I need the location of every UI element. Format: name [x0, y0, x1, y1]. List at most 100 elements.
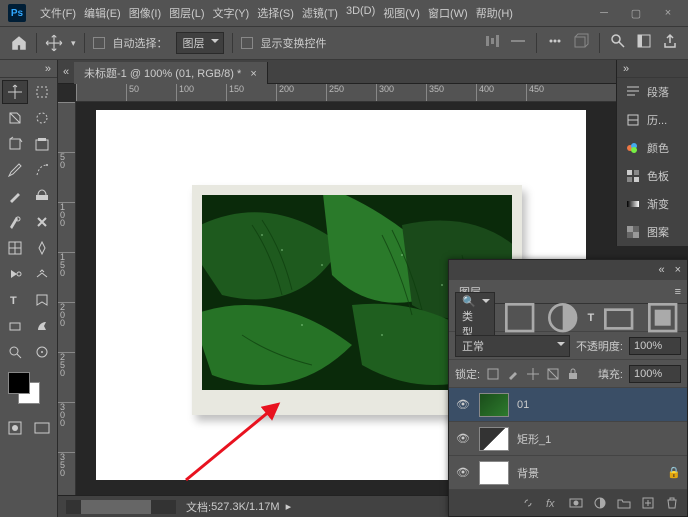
hand-tool[interactable]	[30, 314, 56, 338]
layer-背景[interactable]: 👁 背景 🔒	[449, 456, 687, 490]
menu-视图V[interactable]: 视图(V)	[381, 3, 422, 23]
align-icon[interactable]	[484, 33, 500, 49]
panel-渐变[interactable]: 渐变	[617, 190, 688, 218]
rotate-tool[interactable]	[30, 340, 56, 364]
gradient-tool[interactable]	[2, 236, 28, 260]
panel-段落[interactable]: 段落	[617, 78, 688, 106]
brush-tool[interactable]	[2, 184, 28, 208]
blur-tool[interactable]	[30, 236, 56, 260]
filter-shape-icon[interactable]	[600, 299, 637, 336]
lock-artboard-icon[interactable]	[546, 367, 560, 381]
lock-pos-icon[interactable]	[526, 367, 540, 381]
layer-thumb	[479, 393, 509, 417]
panel-collapse-icon[interactable]: «	[658, 264, 664, 276]
show-transform-checkbox[interactable]	[241, 37, 253, 49]
visibility-icon[interactable]: 👁	[455, 398, 471, 411]
auto-select-checkbox[interactable]	[93, 37, 105, 49]
visibility-icon[interactable]: 👁	[455, 466, 471, 479]
layer-01[interactable]: 👁01	[449, 388, 687, 422]
visibility-icon[interactable]: 👁	[455, 432, 471, 445]
mask-icon[interactable]	[569, 496, 583, 510]
zoom-tool[interactable]	[2, 340, 28, 364]
layer-name: 背景	[517, 465, 539, 481]
document-tab[interactable]: 未标题-1 @ 100% (01, RGB/8) * ×	[74, 62, 268, 84]
screenmode-icon[interactable]	[30, 416, 56, 440]
move-tool[interactable]	[2, 80, 28, 104]
panel-图案[interactable]: 图案	[617, 218, 688, 246]
panel-颜色[interactable]: 颜色	[617, 134, 688, 162]
trash-icon[interactable]	[665, 496, 679, 510]
fill-input[interactable]	[629, 365, 681, 383]
menu-滤镜T[interactable]: 滤镜(T)	[300, 3, 340, 23]
marquee-tool[interactable]	[30, 80, 56, 104]
menu-帮助H[interactable]: 帮助(H)	[474, 3, 515, 23]
clone-tool[interactable]	[30, 184, 56, 208]
restore-button[interactable]: ▢	[624, 7, 648, 20]
lock-icon: 🔒	[667, 466, 681, 479]
minimize-button[interactable]: ─	[592, 7, 616, 20]
group-icon[interactable]	[617, 496, 631, 510]
adjustment-icon[interactable]	[593, 496, 607, 510]
menu-3DD[interactable]: 3D(D)	[344, 3, 377, 23]
auto-select-dropdown[interactable]: 图层	[176, 32, 224, 54]
filter-type-icon[interactable]: T	[587, 312, 594, 324]
share-icon[interactable]	[662, 33, 678, 49]
panel-close-icon[interactable]: ×	[675, 264, 681, 276]
ruler-horizontal: 50100150200250300350400450	[76, 84, 688, 102]
h-scrollbar[interactable]	[66, 500, 176, 514]
color-swatches[interactable]	[4, 372, 53, 408]
menu-图像I[interactable]: 图像(I)	[127, 3, 163, 23]
rectangle-tool[interactable]	[2, 314, 28, 338]
collapse-right-icon[interactable]: »	[623, 63, 629, 75]
status-chevron-icon[interactable]: ▸	[286, 500, 292, 513]
close-button[interactable]: ×	[656, 7, 680, 20]
new-layer-icon[interactable]	[641, 496, 655, 510]
filter-smart-icon[interactable]	[644, 299, 681, 336]
eyedropper-tool[interactable]	[2, 158, 28, 182]
3d-icon[interactable]	[573, 33, 589, 49]
home-icon[interactable]	[10, 34, 28, 52]
collapse-doc-icon[interactable]: «	[58, 66, 74, 78]
frame-tool[interactable]	[30, 132, 56, 156]
options-bar: ▾ 自动选择： 图层 显示变换控件	[0, 26, 688, 60]
workspace-icon[interactable]	[636, 33, 652, 49]
lock-trans-icon[interactable]	[486, 367, 500, 381]
menu-文件F[interactable]: 文件(F)	[38, 3, 78, 23]
menu-文字Y[interactable]: 文字(Y)	[211, 3, 252, 23]
overflow-icon[interactable]	[547, 33, 563, 49]
crop-tool[interactable]	[2, 132, 28, 156]
lock-all-icon[interactable]	[566, 367, 580, 381]
menu-选择S[interactable]: 选择(S)	[255, 3, 296, 23]
move-tool-icon[interactable]	[45, 34, 63, 52]
lasso-tool[interactable]	[2, 106, 28, 130]
panel-色板[interactable]: 色板	[617, 162, 688, 190]
opacity-input[interactable]	[629, 337, 681, 355]
lock-paint-icon[interactable]	[506, 367, 520, 381]
fg-color[interactable]	[8, 372, 30, 394]
spot-heal-tool[interactable]	[30, 158, 56, 182]
collapse-icon[interactable]: »	[45, 63, 51, 75]
path-tool[interactable]	[30, 288, 56, 312]
eraser-tool[interactable]	[30, 210, 56, 234]
link-layers-icon[interactable]	[521, 496, 535, 510]
menu-图层L[interactable]: 图层(L)	[167, 3, 206, 23]
quickmask-icon[interactable]	[2, 416, 28, 440]
filter-adjust-icon[interactable]	[544, 299, 581, 336]
fx-icon[interactable]: fx	[545, 496, 559, 510]
filter-pixel-icon[interactable]	[501, 299, 538, 336]
panel-历...[interactable]: 历...	[617, 106, 688, 134]
menu-窗口W[interactable]: 窗口(W)	[426, 3, 470, 23]
tool-column: » T	[0, 60, 58, 517]
close-tab-icon[interactable]: ×	[250, 68, 256, 80]
history-brush-tool[interactable]	[2, 210, 28, 234]
magic-wand-tool[interactable]	[30, 106, 56, 130]
type-tool[interactable]: T	[2, 288, 28, 312]
panel-menu-icon[interactable]: ≡	[669, 286, 687, 298]
dodge-tool[interactable]	[2, 262, 28, 286]
align-icon-2[interactable]	[510, 33, 526, 49]
menu-编辑E[interactable]: 编辑(E)	[82, 3, 123, 23]
search-icon[interactable]	[610, 33, 626, 49]
layer-矩形_1[interactable]: 👁矩形_1	[449, 422, 687, 456]
pen-tool[interactable]	[30, 262, 56, 286]
blend-mode-dropdown[interactable]: 正常	[455, 335, 570, 357]
